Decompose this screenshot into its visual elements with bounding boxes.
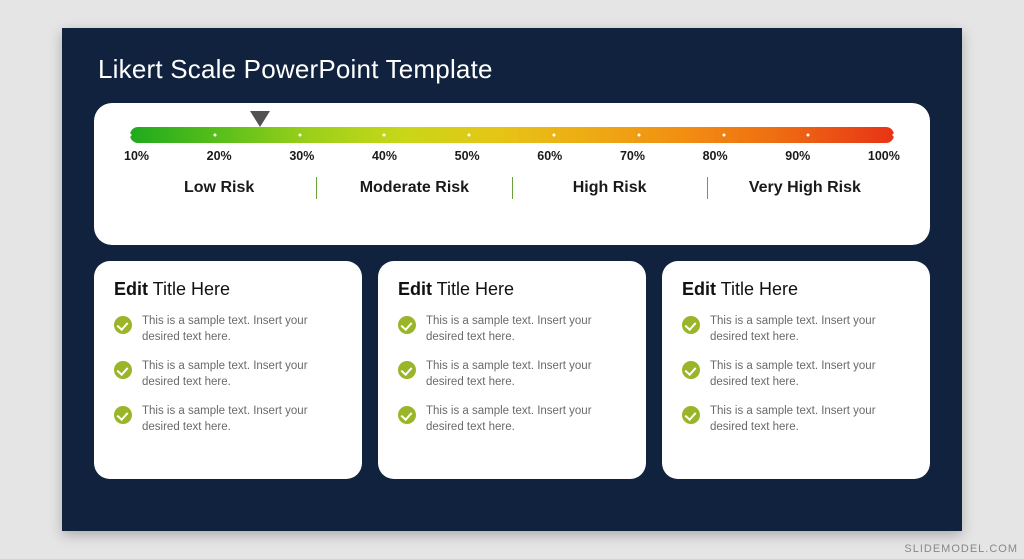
- bullet-text: This is a sample text. Insert your desir…: [710, 314, 910, 345]
- percent-label: 20%: [207, 149, 232, 163]
- card-title: Edit Title Here: [114, 279, 342, 300]
- tick-mark: [298, 134, 301, 137]
- gauge-marker-icon: [248, 109, 272, 129]
- bullet-text: This is a sample text. Insert your desir…: [426, 404, 626, 435]
- percent-label: 80%: [703, 149, 728, 163]
- percent-label: 90%: [785, 149, 810, 163]
- percent-label: 60%: [537, 149, 562, 163]
- gauge-panel: 10% 20% 30% 40% 50% 60% 70% 80% 90% 100%…: [94, 103, 930, 245]
- percent-label: 50%: [455, 149, 480, 163]
- percent-labels: 10% 20% 30% 40% 50% 60% 70% 80% 90% 100%: [124, 149, 900, 163]
- card-title-bold: Edit: [398, 279, 432, 299]
- tick-mark: [637, 134, 640, 137]
- card-title-bold: Edit: [682, 279, 716, 299]
- bullet-item: This is a sample text. Insert your desir…: [114, 359, 342, 390]
- risk-category: Very High Risk: [708, 177, 902, 199]
- risk-category-row: Low Risk Moderate Risk High Risk Very Hi…: [122, 177, 902, 199]
- card-title-rest: Title Here: [148, 279, 230, 299]
- percent-label: 10%: [124, 149, 149, 163]
- cards-row: Edit Title Here This is a sample text. I…: [94, 261, 930, 479]
- card-title-bold: Edit: [114, 279, 148, 299]
- content-card: Edit Title Here This is a sample text. I…: [378, 261, 646, 479]
- percent-label: 70%: [620, 149, 645, 163]
- bullet-item: This is a sample text. Insert your desir…: [398, 314, 626, 345]
- bullet-item: This is a sample text. Insert your desir…: [114, 314, 342, 345]
- slide: Likert Scale PowerPoint Template 10% 20%…: [62, 28, 962, 531]
- card-title-rest: Title Here: [716, 279, 798, 299]
- check-icon: [398, 406, 416, 424]
- tick-mark: [893, 134, 896, 137]
- tick-mark: [129, 134, 132, 137]
- tick-mark: [807, 134, 810, 137]
- bullet-item: This is a sample text. Insert your desir…: [398, 404, 626, 435]
- card-title: Edit Title Here: [398, 279, 626, 300]
- bullet-text: This is a sample text. Insert your desir…: [710, 359, 910, 390]
- risk-gradient-bar: [130, 127, 894, 143]
- check-icon: [398, 361, 416, 379]
- bullet-item: This is a sample text. Insert your desir…: [114, 404, 342, 435]
- check-icon: [682, 316, 700, 334]
- tick-mark: [468, 134, 471, 137]
- risk-category: Moderate Risk: [317, 177, 512, 199]
- risk-category: High Risk: [513, 177, 708, 199]
- risk-category: Low Risk: [122, 177, 317, 199]
- check-icon: [682, 406, 700, 424]
- card-title: Edit Title Here: [682, 279, 910, 300]
- slide-title: Likert Scale PowerPoint Template: [62, 28, 962, 85]
- tick-mark: [553, 134, 556, 137]
- bullet-text: This is a sample text. Insert your desir…: [142, 404, 342, 435]
- content-card: Edit Title Here This is a sample text. I…: [94, 261, 362, 479]
- tick-mark: [213, 134, 216, 137]
- tick-mark: [383, 134, 386, 137]
- watermark: SLIDEMODEL.COM: [904, 543, 1018, 555]
- bullet-item: This is a sample text. Insert your desir…: [682, 404, 910, 435]
- check-icon: [114, 316, 132, 334]
- content-card: Edit Title Here This is a sample text. I…: [662, 261, 930, 479]
- percent-label: 30%: [289, 149, 314, 163]
- percent-label: 40%: [372, 149, 397, 163]
- bullet-item: This is a sample text. Insert your desir…: [398, 359, 626, 390]
- bullet-text: This is a sample text. Insert your desir…: [426, 359, 626, 390]
- check-icon: [114, 361, 132, 379]
- bullet-text: This is a sample text. Insert your desir…: [426, 314, 626, 345]
- bullet-item: This is a sample text. Insert your desir…: [682, 359, 910, 390]
- card-title-rest: Title Here: [432, 279, 514, 299]
- bullet-text: This is a sample text. Insert your desir…: [710, 404, 910, 435]
- bullet-text: This is a sample text. Insert your desir…: [142, 359, 342, 390]
- bullet-text: This is a sample text. Insert your desir…: [142, 314, 342, 345]
- check-icon: [398, 316, 416, 334]
- bullet-item: This is a sample text. Insert your desir…: [682, 314, 910, 345]
- tick-mark: [722, 134, 725, 137]
- check-icon: [114, 406, 132, 424]
- percent-label: 100%: [868, 149, 900, 163]
- check-icon: [682, 361, 700, 379]
